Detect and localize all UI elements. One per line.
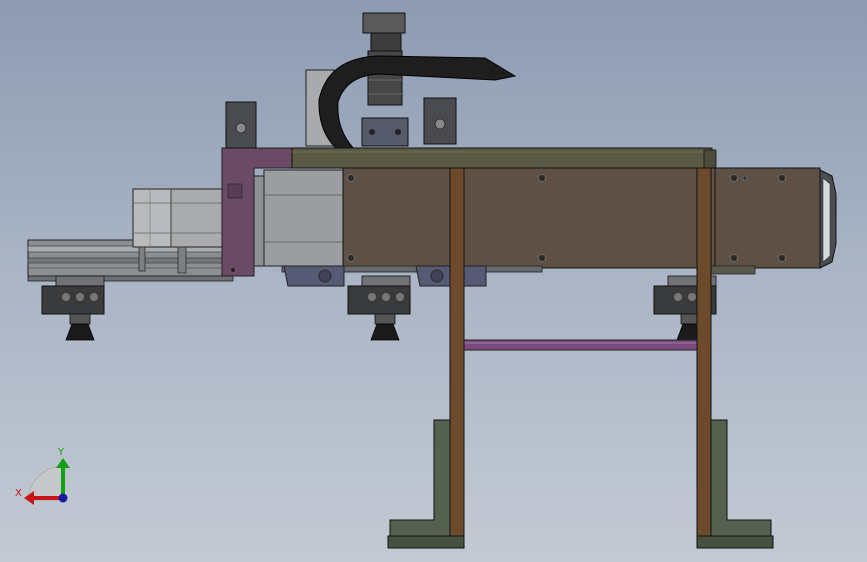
y-axis-label: Y <box>57 447 65 458</box>
x-axis-label: X <box>15 488 22 499</box>
coordinate-triad: Y X <box>15 447 70 505</box>
cad-viewport[interactable]: Y X <box>0 0 867 562</box>
origin-dot <box>58 493 68 503</box>
